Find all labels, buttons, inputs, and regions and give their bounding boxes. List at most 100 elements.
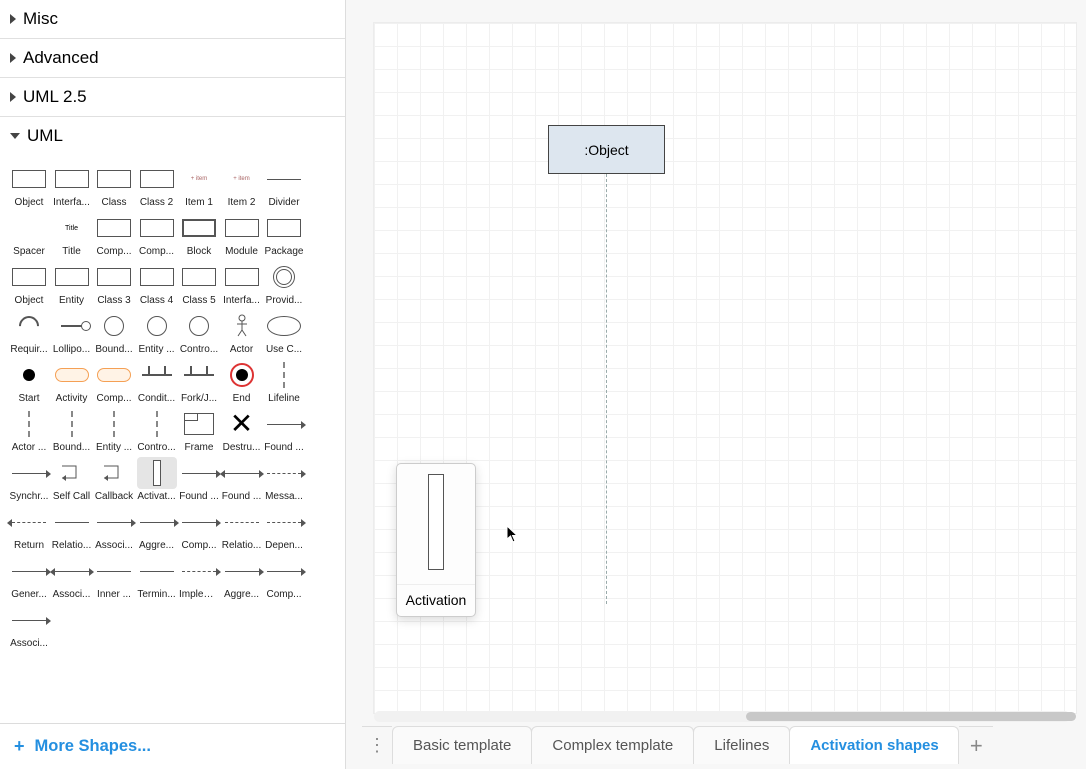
sheet-tab-complex-template[interactable]: Complex template — [531, 726, 694, 764]
shape-label: Spacer — [9, 246, 49, 257]
shape-object[interactable]: Object — [8, 261, 50, 306]
shape-interfa-[interactable]: Interfa... — [221, 261, 263, 306]
palette-section-uml-2-5[interactable]: UML 2.5 — [0, 77, 345, 116]
arrow-r-dash-icon — [179, 555, 219, 587]
sheet-tab-lifelines[interactable]: Lifelines — [693, 726, 790, 764]
shape-contro-[interactable]: Contro... — [136, 408, 178, 453]
shape-found-[interactable]: Found ... — [178, 457, 220, 502]
shape-item-1[interactable]: + itemItem 1 — [178, 163, 220, 208]
shape-module[interactable]: Module — [221, 212, 263, 257]
shape-destru-[interactable]: ✕Destru... — [221, 408, 263, 453]
shape-comp-[interactable]: Comp... — [136, 212, 178, 257]
object-label: :Object — [584, 142, 628, 158]
shape-package[interactable]: Package — [263, 212, 305, 257]
shape-label: Aggre... — [137, 540, 177, 551]
shape-label: Return — [9, 540, 49, 551]
palette-section-advanced[interactable]: Advanced — [0, 38, 345, 77]
shape-label: Fork/J... — [179, 393, 219, 404]
shape-depen-[interactable]: Depen... — [263, 506, 305, 551]
shape-requir-[interactable]: Requir... — [8, 310, 50, 355]
shape-termin-[interactable]: Termin... — [136, 555, 178, 600]
circ-icon — [179, 310, 219, 342]
shape-found-[interactable]: Found ... — [221, 457, 263, 502]
shape-class-2[interactable]: Class 2 — [136, 163, 178, 208]
shape-aggre-[interactable]: Aggre... — [221, 555, 263, 600]
shape-bound-[interactable]: Bound... — [51, 408, 93, 453]
shape-associ-[interactable]: Associ... — [93, 506, 135, 551]
shape-activity[interactable]: Activity — [51, 359, 93, 404]
canvas-horizontal-scrollbar[interactable] — [374, 711, 1070, 722]
arrow-r-icon — [137, 506, 177, 538]
shape-start[interactable]: Start — [8, 359, 50, 404]
sheet-tab-activation-shapes[interactable]: Activation shapes — [789, 726, 959, 764]
shape-relatio-[interactable]: Relatio... — [51, 506, 93, 551]
shape-interfa-[interactable]: Interfa... — [51, 163, 93, 208]
circ-icon — [94, 310, 134, 342]
palette-section-misc[interactable]: Misc — [0, 0, 345, 38]
shape-spacer[interactable]: Spacer — [8, 212, 50, 257]
shape-lifeline[interactable]: Lifeline — [263, 359, 305, 404]
life-icon — [264, 359, 304, 391]
shape-associ-[interactable]: Associ... — [8, 604, 50, 649]
arrow-r-icon — [9, 604, 49, 636]
shape-synchr-[interactable]: Synchr... — [8, 457, 50, 502]
shape-class-3[interactable]: Class 3 — [93, 261, 135, 306]
sheet-tab-basic-template[interactable]: Basic template — [392, 726, 532, 764]
shape-label: Found ... — [179, 491, 219, 502]
shape-entity-[interactable]: Entity ... — [93, 408, 135, 453]
shape-comp-[interactable]: Comp... — [93, 212, 135, 257]
shape-label: Relatio... — [222, 540, 262, 551]
shape-class[interactable]: Class — [93, 163, 135, 208]
shape-bound-[interactable]: Bound... — [93, 310, 135, 355]
shape-activat-[interactable]: Activat... — [136, 457, 178, 502]
shape-actor-[interactable]: Actor ... — [8, 408, 50, 453]
scrollbar-thumb[interactable] — [746, 712, 1076, 721]
shape-callback[interactable]: Callback — [93, 457, 135, 502]
shape-self-call[interactable]: Self Call — [51, 457, 93, 502]
shape-actor[interactable]: Actor — [221, 310, 263, 355]
shape-end[interactable]: End — [221, 359, 263, 404]
shape-fork-j-[interactable]: Fork/J... — [178, 359, 220, 404]
shape-found-[interactable]: Found ... — [263, 408, 305, 453]
shape-gener-[interactable]: Gener... — [8, 555, 50, 600]
shape-object[interactable]: Object — [8, 163, 50, 208]
shape-inner-[interactable]: Inner ... — [93, 555, 135, 600]
shape-comp-[interactable]: Comp... — [178, 506, 220, 551]
shape-block[interactable]: Block — [178, 212, 220, 257]
shape-implem-[interactable]: Implem... — [178, 555, 220, 600]
halfarc-icon — [9, 310, 49, 342]
uml-shape-grid: ObjectInterfa...ClassClass 2+ itemItem 1… — [0, 155, 345, 657]
object-lifeline[interactable] — [606, 174, 607, 604]
shape-frame[interactable]: Frame — [178, 408, 220, 453]
sheet-menu-button[interactable]: ⋮ — [362, 726, 392, 764]
shape-comp-[interactable]: Comp... — [263, 555, 305, 600]
shape-associ-[interactable]: Associ... — [51, 555, 93, 600]
shape-entity-[interactable]: Entity ... — [136, 310, 178, 355]
shape-label: Destru... — [222, 442, 262, 453]
shape-class-4[interactable]: Class 4 — [136, 261, 178, 306]
shape-label: Item 1 — [179, 197, 219, 208]
shape-relatio-[interactable]: Relatio... — [221, 506, 263, 551]
shape-divider[interactable]: Divider — [263, 163, 305, 208]
object-lifeline-box[interactable]: :Object — [548, 125, 665, 174]
add-sheet-button[interactable]: + — [959, 726, 993, 764]
shape-lollipo-[interactable]: Lollipo... — [51, 310, 93, 355]
more-shapes-button[interactable]: + More Shapes... — [0, 723, 345, 769]
palette-scroll[interactable]: MiscAdvancedUML 2.5UML ObjectInterfa...C… — [0, 0, 345, 723]
shape-messa-[interactable]: Messa... — [263, 457, 305, 502]
shape-label: Activat... — [137, 491, 177, 502]
shape-aggre-[interactable]: Aggre... — [136, 506, 178, 551]
shape-class-5[interactable]: Class 5 — [178, 261, 220, 306]
shape-contro-[interactable]: Contro... — [178, 310, 220, 355]
shape-label: Bound... — [94, 344, 134, 355]
shape-provid-[interactable]: Provid... — [263, 261, 305, 306]
shape-return[interactable]: Return — [8, 506, 50, 551]
diagram-canvas[interactable]: :Object Activation — [374, 23, 1076, 713]
shape-item-2[interactable]: + itemItem 2 — [221, 163, 263, 208]
palette-section-uml[interactable]: UML — [0, 116, 345, 155]
shape-comp-[interactable]: Comp... — [93, 359, 135, 404]
shape-condit-[interactable]: Condit... — [136, 359, 178, 404]
shape-use-c-[interactable]: Use C... — [263, 310, 305, 355]
shape-entity[interactable]: Entity — [51, 261, 93, 306]
shape-title[interactable]: TitleTitle — [51, 212, 93, 257]
